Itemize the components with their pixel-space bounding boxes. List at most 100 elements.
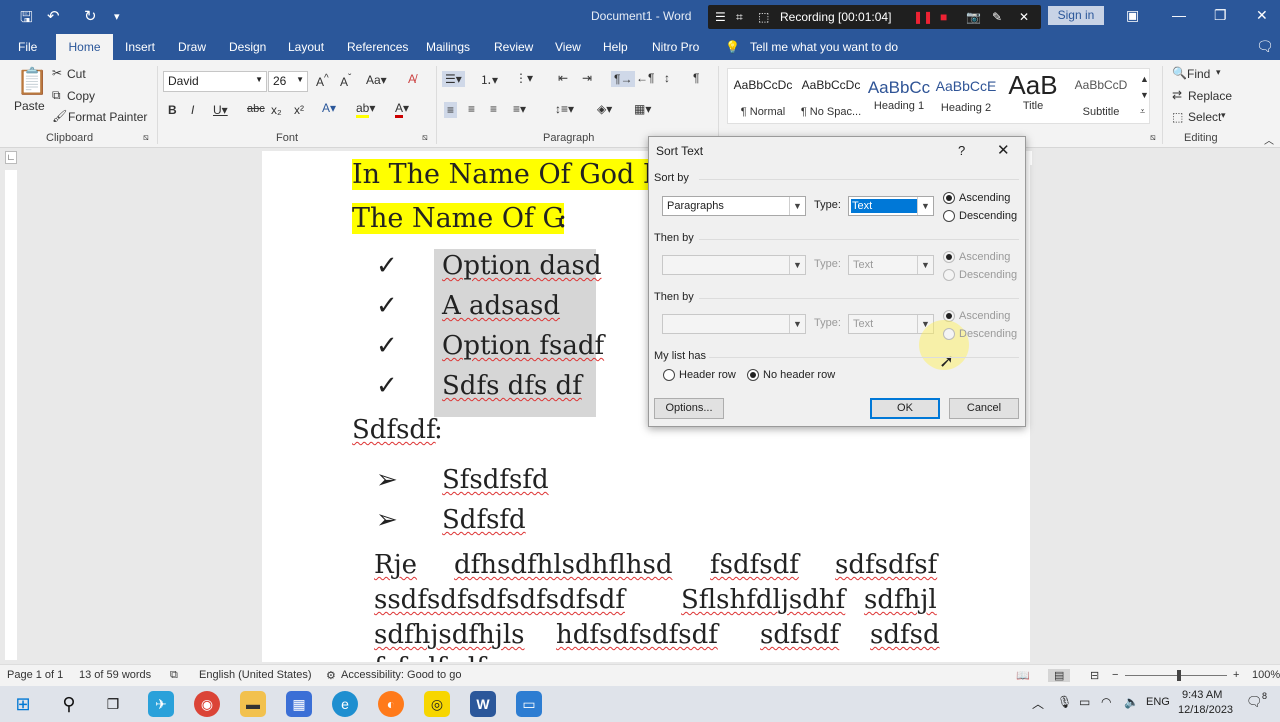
ascending-label-1[interactable]: Ascending [959, 192, 1010, 204]
numbering-icon[interactable]: ⒈▾ [480, 71, 498, 88]
zoom-out-icon[interactable]: − [1112, 669, 1118, 681]
chrome-icon[interactable]: ◉ [194, 691, 220, 717]
tab-insert[interactable]: Insert [125, 40, 155, 54]
zoom-level[interactable]: 100% [1252, 669, 1280, 681]
style-heading-2[interactable]: AaBbCcE Heading 2 [933, 78, 999, 114]
store-icon[interactable]: ▦ [286, 691, 312, 717]
tab-references[interactable]: References [347, 40, 408, 54]
descending-radio-1[interactable] [943, 210, 955, 222]
options-button[interactable]: Options... [654, 398, 724, 419]
word-count[interactable]: 13 of 59 words [79, 669, 151, 681]
paste-button[interactable]: Paste [14, 99, 45, 113]
zoom-in-icon[interactable]: + [1233, 669, 1239, 681]
screen-recorder-icon[interactable]: ▭ [516, 691, 542, 717]
edge-icon[interactable]: e [332, 691, 358, 717]
customize-quick-access-icon[interactable]: ▾ [114, 10, 120, 23]
descending-label-1[interactable]: Descending [959, 210, 1017, 222]
justify-icon[interactable]: ≡▾ [513, 102, 526, 116]
align-left-icon[interactable]: ≡ [444, 102, 458, 118]
font-color-icon[interactable]: A▾ [395, 101, 409, 118]
close-icon[interactable]: ✕ [997, 141, 1010, 159]
type-select-3[interactable]: Text ▼ [848, 314, 934, 334]
crop-icon[interactable]: ⌗ [736, 10, 743, 25]
paste-icon[interactable]: 📋 [16, 66, 48, 97]
type-select-2[interactable]: Text ▼ [848, 255, 934, 275]
search-icon[interactable]: ⚲ [56, 691, 82, 717]
sort-by-select[interactable]: Paragraphs ▼ [662, 196, 806, 216]
ascending-label-2[interactable]: Ascending [959, 251, 1010, 263]
tab-design[interactable]: Design [229, 40, 266, 54]
camera-icon[interactable]: 📷 [966, 10, 981, 24]
tab-review[interactable]: Review [494, 40, 533, 54]
font-name-select[interactable]: David ▼ [163, 71, 267, 92]
task-view-icon[interactable]: ❐ [100, 691, 126, 717]
notification-icon[interactable]: 🗨 [1246, 694, 1263, 710]
increase-indent-icon[interactable]: ⇥ [582, 71, 592, 85]
menu-icon[interactable]: ☰ [715, 10, 726, 24]
text-effects-icon[interactable]: A▾ [322, 101, 336, 115]
read-mode-icon[interactable]: 📖 [1016, 669, 1030, 682]
underline-icon[interactable]: U▾ [213, 103, 228, 117]
align-center-icon[interactable]: ≡ [468, 102, 475, 116]
multilevel-list-icon[interactable]: ⋮▾ [515, 71, 533, 85]
copy-button[interactable]: Copy [67, 89, 95, 103]
font-launcher-icon[interactable]: ⧅ [422, 132, 428, 143]
styles-scroll-up-icon[interactable]: ▲ [1140, 74, 1149, 84]
microphone-icon[interactable]: 🎙 [1057, 695, 1072, 709]
redo-icon[interactable]: ↻ [84, 7, 97, 25]
no-header-row-radio[interactable] [747, 369, 759, 381]
style-normal[interactable]: AaBbCcDc ¶ Normal [730, 78, 796, 118]
style-no-spacing[interactable]: AaBbCcDc ¶ No Spac... [798, 78, 864, 118]
tab-nitro-pro[interactable]: Nitro Pro [652, 40, 699, 54]
show-hidden-icons-icon[interactable]: ︿ [1032, 695, 1044, 712]
tab-draw[interactable]: Draw [178, 40, 206, 54]
web-layout-icon[interactable]: ⊟ [1090, 669, 1099, 682]
close-recording-icon[interactable]: ✕ [1019, 10, 1029, 24]
font-size-select[interactable]: 26 ▼ [268, 71, 308, 92]
comments-icon[interactable]: 🗨 [1256, 38, 1274, 55]
sign-in-button[interactable]: Sign in [1048, 6, 1104, 25]
rtl-icon[interactable]: ←¶ [636, 71, 654, 85]
tab-file[interactable]: File [18, 40, 37, 54]
proofing-icon[interactable]: ⧉ [170, 669, 178, 682]
ribbon-display-icon[interactable]: ▣ [1126, 7, 1139, 24]
print-layout-icon[interactable]: ▤ [1048, 669, 1071, 682]
style-heading-1[interactable]: AaBbCc Heading 1 [866, 78, 932, 112]
clock-date[interactable]: 12/18/2023 [1178, 704, 1233, 716]
shrink-font-icon[interactable]: Aˇ [340, 73, 351, 89]
header-row-radio[interactable] [663, 369, 675, 381]
ascending-radio-2[interactable] [943, 251, 955, 263]
restore-icon[interactable]: ❐ [1214, 7, 1227, 24]
tab-home[interactable]: Home [56, 34, 113, 62]
tab-selector-icon[interactable]: ∟ [5, 151, 17, 164]
help-button[interactable]: ? [958, 143, 965, 158]
style-title[interactable]: AaB Title [1000, 70, 1066, 112]
grow-font-icon[interactable]: A^ [316, 73, 329, 89]
wifi-icon[interactable]: ◠ [1101, 695, 1111, 709]
undo-icon[interactable]: ↶ [47, 7, 60, 25]
zoom-slider[interactable] [1125, 675, 1227, 676]
then-by-select-2[interactable]: ▼ [662, 314, 806, 334]
find-button[interactable]: Find [1187, 67, 1210, 81]
firefox-icon[interactable]: ◐ [378, 691, 404, 717]
styles-more-icon[interactable]: ⩡ [1140, 106, 1145, 117]
strikethrough-icon[interactable]: abc [247, 103, 265, 115]
sort-icon[interactable]: ↕ [664, 71, 670, 85]
line-spacing-icon[interactable]: ↕≡▾ [555, 102, 574, 116]
volume-icon[interactable]: 🔈 [1124, 695, 1139, 709]
superscript-icon[interactable]: x² [294, 103, 304, 117]
format-painter-button[interactable]: Format Painter [68, 110, 147, 124]
decrease-indent-icon[interactable]: ⇤ [558, 71, 568, 85]
cut-button[interactable]: Cut [67, 67, 86, 81]
zoom-slider-thumb[interactable] [1177, 670, 1181, 681]
borders-icon[interactable]: ▦▾ [634, 102, 651, 116]
ltr-icon[interactable]: ¶→ [611, 71, 636, 87]
accessibility-status[interactable]: Accessibility: Good to go [341, 669, 461, 681]
close-window-icon[interactable]: ✕ [1256, 7, 1268, 24]
descending-radio-2[interactable] [943, 269, 955, 281]
style-subtitle[interactable]: AaBbCcD Subtitle [1068, 78, 1134, 118]
power-icon[interactable]: ▭ [1079, 695, 1090, 709]
clock-time[interactable]: 9:43 AM [1182, 689, 1222, 701]
page-count[interactable]: Page 1 of 1 [7, 669, 63, 681]
clear-formatting-icon[interactable]: A̸ [408, 72, 416, 86]
